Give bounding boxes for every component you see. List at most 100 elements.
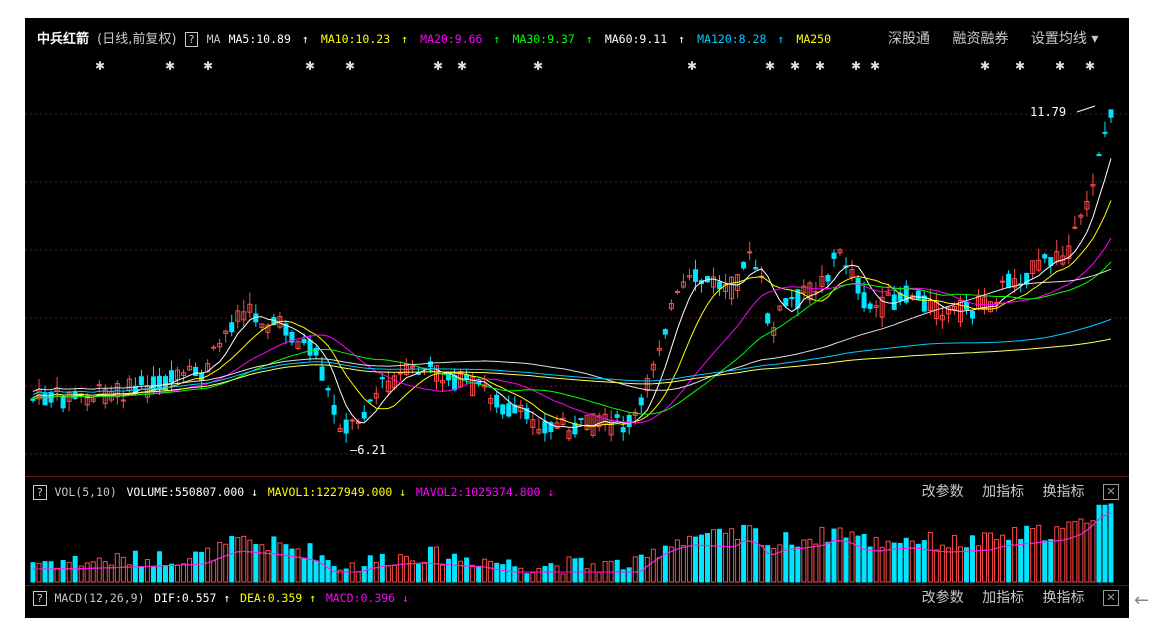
chart-mode: (日线,前复权) [97, 32, 177, 47]
top-links: 深股通 融资融券 设置均线 ▾ [888, 28, 1102, 50]
volume-bar [1096, 504, 1102, 583]
volume-bar [223, 543, 229, 583]
volume-bar [578, 557, 584, 583]
volume-bar [626, 567, 632, 583]
vol-change-params[interactable]: 改参数 [922, 484, 964, 500]
event-marker-icon[interactable]: ✱ [457, 59, 467, 73]
event-marker-icon[interactable]: ✱ [1085, 59, 1095, 73]
volume-bar [440, 564, 446, 583]
volume-bar [638, 554, 644, 583]
volume-bar [1090, 520, 1096, 583]
event-marker-icon[interactable]: ✱ [305, 59, 315, 73]
event-marker-icon[interactable]: ✱ [687, 59, 697, 73]
event-marker-icon[interactable]: ✱ [765, 59, 775, 73]
volume-bar [259, 544, 265, 583]
volume-bar [144, 559, 150, 583]
link-ma-settings[interactable]: 设置均线 ▾ [1031, 31, 1098, 47]
volume-bar [572, 558, 578, 583]
volume-value: VOLUME:550807.000 ↓ [126, 485, 259, 499]
volume-bar [680, 545, 686, 583]
volume-chart[interactable] [25, 502, 1129, 584]
link-shenguotong[interactable]: 深股通 [888, 31, 930, 47]
event-marker-icon[interactable]: ✱ [815, 59, 825, 73]
event-marker-icon[interactable]: ✱ [1015, 59, 1025, 73]
macd-change-params[interactable]: 改参数 [922, 590, 964, 606]
macd-help-button[interactable]: ? [33, 591, 47, 606]
close-icon[interactable]: ✕ [1103, 590, 1119, 606]
volume-bar [482, 558, 488, 583]
volume-bar [656, 557, 662, 583]
stock-chart-window: 中兵红箭 (日线,前复权) ? MA MA5:10.89 ↑ MA10:10.2… [25, 18, 1129, 618]
candle-body [361, 411, 367, 419]
candle-body [229, 322, 235, 333]
event-marker-icon[interactable]: ✱ [533, 59, 543, 73]
volume-bar [1078, 518, 1084, 583]
vol-help-button[interactable]: ? [33, 485, 47, 500]
volume-bar [536, 568, 542, 583]
volume-bar [427, 546, 433, 583]
volume-bar [747, 525, 753, 583]
candle-body [307, 339, 313, 356]
help-button[interactable]: ? [184, 32, 199, 47]
event-marker-icon[interactable]: ✱ [165, 59, 175, 73]
price-chart[interactable]: ✱✱✱✱✱✱✱✱✱✱✱✱✱✱✱✱✱✱11.79—6.21$ [25, 54, 1129, 474]
candle-body [969, 311, 975, 319]
candle-body [891, 294, 897, 310]
macd-switch-indicator[interactable]: 换指标 [1043, 590, 1085, 606]
ma-line [32, 237, 1112, 424]
macd-add-indicator[interactable]: 加指标 [982, 590, 1024, 606]
event-marker-icon[interactable]: ✱ [345, 59, 355, 73]
volume-bar [379, 553, 385, 583]
candle-body [367, 399, 373, 402]
volume-bar [560, 573, 566, 583]
volume-bar [644, 557, 650, 583]
candle-body [861, 292, 867, 309]
high-price-label: 11.79 [1030, 105, 1066, 119]
volume-bar [843, 537, 849, 583]
link-margin-trading[interactable]: 融资融券 [952, 31, 1008, 47]
volume-bar [849, 531, 855, 583]
volume-bar [957, 546, 963, 583]
volume-bar [927, 532, 933, 583]
volume-bar [692, 536, 698, 583]
event-marker-icon[interactable]: ✱ [95, 59, 105, 73]
volume-bar [879, 546, 885, 583]
volume-bar [951, 534, 957, 583]
divider [25, 585, 1129, 586]
volume-bar [813, 543, 819, 583]
ma5-value: MA5:10.89 ↑ [228, 32, 309, 46]
macd-indicator-name: MACD(12,26,9) [54, 591, 145, 605]
volume-bar [753, 528, 759, 583]
candle-body [638, 397, 644, 406]
event-marker-icon[interactable]: ✱ [433, 59, 443, 73]
candle-body [60, 396, 66, 409]
candle-body [831, 252, 837, 259]
volume-bar [1060, 527, 1066, 583]
candle-body [120, 399, 126, 402]
event-marker-icon[interactable]: ✱ [851, 59, 861, 73]
mavol2-value: MAVOL2:1025374.800 ↓ [415, 485, 555, 499]
volume-bar [446, 558, 452, 583]
candle-body [855, 278, 861, 294]
vol-add-indicator[interactable]: 加指标 [982, 484, 1024, 500]
volume-bar [1024, 525, 1030, 583]
volume-bar [584, 568, 590, 583]
volume-bar [705, 533, 711, 583]
event-marker-icon[interactable]: ✱ [1055, 59, 1065, 73]
event-marker-icon[interactable]: ✱ [203, 59, 213, 73]
volume-bar [976, 545, 982, 583]
event-marker-icon[interactable]: ✱ [980, 59, 990, 73]
event-marker-icon[interactable]: ✱ [790, 59, 800, 73]
close-icon[interactable]: ✕ [1103, 484, 1119, 500]
volume-bar [915, 543, 921, 583]
arrow-left-icon[interactable]: ← [1134, 590, 1149, 611]
candle-body [494, 394, 500, 408]
candle-body [747, 251, 753, 254]
chart-header: 中兵红箭 (日线,前复权) ? MA MA5:10.89 ↑ MA10:10.2… [25, 28, 1129, 50]
candle-body [765, 313, 771, 324]
event-marker-icon[interactable]: ✱ [870, 59, 880, 73]
vol-switch-indicator[interactable]: 换指标 [1043, 484, 1085, 500]
volume-bar [819, 526, 825, 583]
candle-body [741, 261, 747, 269]
candle-body [343, 419, 349, 434]
